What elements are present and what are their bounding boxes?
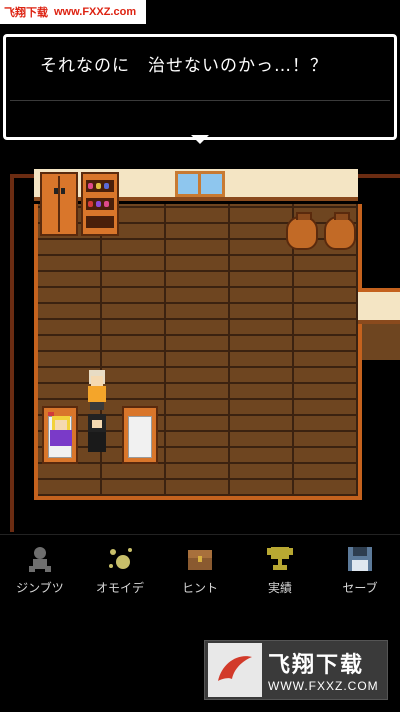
floppy-disk-icon: [343, 543, 377, 575]
corridor-floor[interactable]: [362, 324, 400, 360]
bed-right[interactable]: [122, 406, 158, 464]
bottom-menu: ジンブツ オモイデ ヒント 実績 セーブ: [0, 534, 400, 604]
shelf-row: [86, 180, 114, 192]
menu-label: ジンブツ: [16, 581, 64, 595]
menu-jinbutsu-button[interactable]: ジンブツ: [5, 535, 75, 604]
menu-hint-button[interactable]: ヒント: [165, 535, 235, 604]
menu-label: 実績: [267, 581, 292, 595]
corridor-wall: [358, 288, 400, 324]
watermark-bottom-url: WWW.FXXZ.COM: [268, 679, 379, 693]
treasure-chest-icon: [183, 543, 217, 575]
dialogue-text: それなのに 治せないのかっ…！？: [40, 56, 328, 76]
clay-pot[interactable]: [286, 212, 318, 250]
watermark-top-cn: 飞翔下载: [4, 6, 48, 19]
trophy-icon: [263, 543, 297, 575]
bookshelf[interactable]: [81, 172, 119, 236]
menu-label: ヒント: [181, 581, 218, 595]
menu-save-button[interactable]: セーブ: [325, 535, 395, 604]
boy-sprite[interactable]: [82, 368, 112, 412]
wardrobe-face-icon: [54, 188, 65, 194]
watermark-top-url: www.FXXZ.com: [54, 6, 137, 18]
shelf-row: [86, 198, 114, 210]
wardrobe[interactable]: [40, 172, 78, 236]
dialogue-next-arrow-icon[interactable]: [191, 135, 209, 144]
menu-label: オモイデ: [95, 581, 144, 595]
sick-girl-sprite[interactable]: [46, 410, 76, 450]
sparkle-memory-icon: [103, 543, 137, 575]
menu-omoide-button[interactable]: オモイデ: [85, 535, 155, 604]
person-silhouette-icon: [23, 543, 57, 575]
room-window: [175, 171, 225, 197]
watermark-bottom: 飞翔下载 WWW.FXXZ.COM: [204, 640, 388, 700]
menu-achievements-button[interactable]: 実績: [245, 535, 315, 604]
bed-sheet: [128, 416, 152, 458]
watermark-bottom-cn: 飞翔下载: [268, 653, 365, 678]
menu-label: セーブ: [342, 581, 378, 595]
clay-pot[interactable]: [324, 212, 356, 250]
dialogue-divider: [10, 100, 390, 101]
dark-haired-girl-sprite[interactable]: [82, 412, 112, 456]
watermark-top: 飞翔下载 www.FXXZ.com: [0, 0, 146, 24]
watermark-logo-icon: [208, 643, 262, 697]
dialogue-box[interactable]: それなのに 治せないのかっ…！？: [3, 34, 397, 140]
shelf-row: [86, 216, 114, 228]
